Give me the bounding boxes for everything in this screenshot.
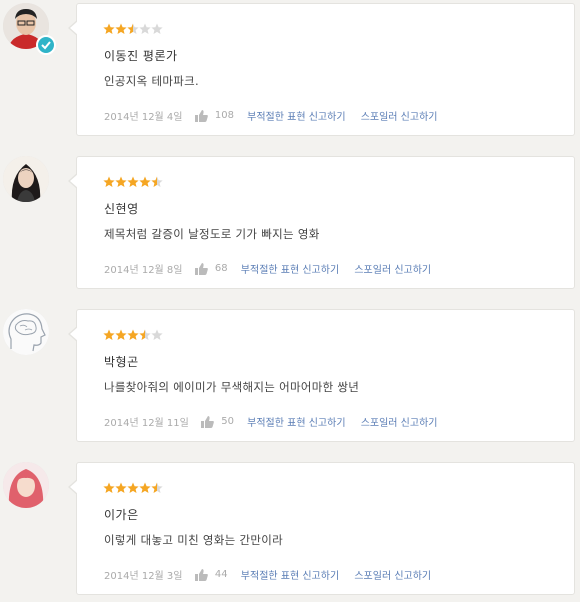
star-full-icon [103, 329, 115, 341]
star-full-icon [127, 329, 139, 341]
review-meta: 2014년 12월 8일 68 부적절한 표현 신고하기 스포일러 신고하기 [104, 261, 431, 276]
review-date: 2014년 12월 3일 [104, 571, 183, 582]
star-full-icon [103, 176, 115, 188]
review-item: 신현영 제목처럼 갈증이 날정도로 기가 빠지는 영화 2014년 12월 8일… [0, 156, 580, 296]
report-abuse-link[interactable]: 부적절한 표현 신고하기 [247, 414, 345, 429]
star-rating [103, 482, 163, 496]
avatar[interactable] [3, 462, 49, 508]
review-item: 이가은 이렇게 대놓고 미친 영화는 간만이라 2014년 12월 3일 44 … [0, 462, 580, 602]
like-count: 44 [214, 569, 228, 580]
review-date: 2014년 12월 11일 [104, 418, 189, 429]
star-half-icon [151, 176, 163, 188]
star-full-icon [103, 482, 115, 494]
report-spoiler-link[interactable]: 스포일러 신고하기 [354, 567, 431, 582]
review-meta: 2014년 12월 3일 44 부적절한 표현 신고하기 스포일러 신고하기 [104, 567, 431, 582]
thumbs-up-icon[interactable] [201, 415, 214, 428]
review-content: 인공지옥 테마파크. [104, 74, 199, 88]
star-rating [103, 329, 163, 343]
avatar[interactable] [3, 309, 49, 355]
report-abuse-link[interactable]: 부적절한 표현 신고하기 [241, 261, 339, 276]
star-full-icon [127, 482, 139, 494]
like-count: 50 [221, 416, 234, 427]
star-empty-icon [139, 23, 151, 35]
star-rating [103, 23, 163, 37]
report-abuse-link[interactable]: 부적절한 표현 신고하기 [241, 567, 339, 582]
star-full-icon [115, 329, 127, 341]
like-count: 108 [214, 110, 234, 121]
star-empty-icon [151, 329, 163, 341]
review-author[interactable]: 박형곤 [104, 353, 139, 370]
review-author[interactable]: 이동진 평론가 [104, 47, 178, 64]
star-full-icon [115, 176, 127, 188]
star-full-icon [139, 176, 151, 188]
star-full-icon [115, 482, 127, 494]
star-full-icon [139, 482, 151, 494]
star-full-icon [115, 23, 127, 35]
review-content: 나를찾아줘의 에이미가 무색해지는 어마어마한 쌍년 [104, 380, 360, 394]
review-card: 이동진 평론가 인공지옥 테마파크. 2014년 12월 4일 108 부적절한… [68, 3, 575, 136]
star-half-icon [127, 23, 139, 35]
review-card: 박형곤 나를찾아줘의 에이미가 무색해지는 어마어마한 쌍년 2014년 12월… [68, 309, 575, 442]
thumbs-up-icon[interactable] [194, 262, 208, 275]
star-full-icon [103, 23, 115, 35]
star-rating [103, 176, 163, 190]
review-item: 이동진 평론가 인공지옥 테마파크. 2014년 12월 4일 108 부적절한… [0, 3, 580, 143]
star-half-icon [139, 329, 151, 341]
report-spoiler-link[interactable]: 스포일러 신고하기 [361, 414, 438, 429]
review-meta: 2014년 12월 11일 50 부적절한 표현 신고하기 스포일러 신고하기 [104, 414, 437, 429]
star-empty-icon [151, 23, 163, 35]
review-meta: 2014년 12월 4일 108 부적절한 표현 신고하기 스포일러 신고하기 [104, 108, 437, 123]
verified-badge-icon [36, 35, 56, 55]
report-spoiler-link[interactable]: 스포일러 신고하기 [354, 261, 431, 276]
review-date: 2014년 12월 4일 [104, 112, 183, 123]
star-half-icon [151, 482, 163, 494]
report-abuse-link[interactable]: 부적절한 표현 신고하기 [247, 108, 345, 123]
thumbs-up-icon[interactable] [194, 568, 208, 581]
thumbs-up-icon[interactable] [194, 109, 208, 122]
review-content: 이렇게 대놓고 미친 영화는 간만이라 [104, 533, 284, 547]
review-item: 박형곤 나를찾아줘의 에이미가 무색해지는 어마어마한 쌍년 2014년 12월… [0, 309, 580, 449]
review-content: 제목처럼 갈증이 날정도로 기가 빠지는 영화 [104, 227, 320, 241]
review-card: 신현영 제목처럼 갈증이 날정도로 기가 빠지는 영화 2014년 12월 8일… [68, 156, 575, 289]
avatar[interactable] [3, 156, 49, 202]
review-author[interactable]: 이가은 [104, 506, 139, 523]
like-count: 68 [214, 263, 228, 274]
star-full-icon [127, 176, 139, 188]
review-date: 2014년 12월 8일 [104, 265, 183, 276]
review-author[interactable]: 신현영 [104, 200, 139, 217]
report-spoiler-link[interactable]: 스포일러 신고하기 [361, 108, 438, 123]
review-card: 이가은 이렇게 대놓고 미친 영화는 간만이라 2014년 12월 3일 44 … [68, 462, 575, 595]
